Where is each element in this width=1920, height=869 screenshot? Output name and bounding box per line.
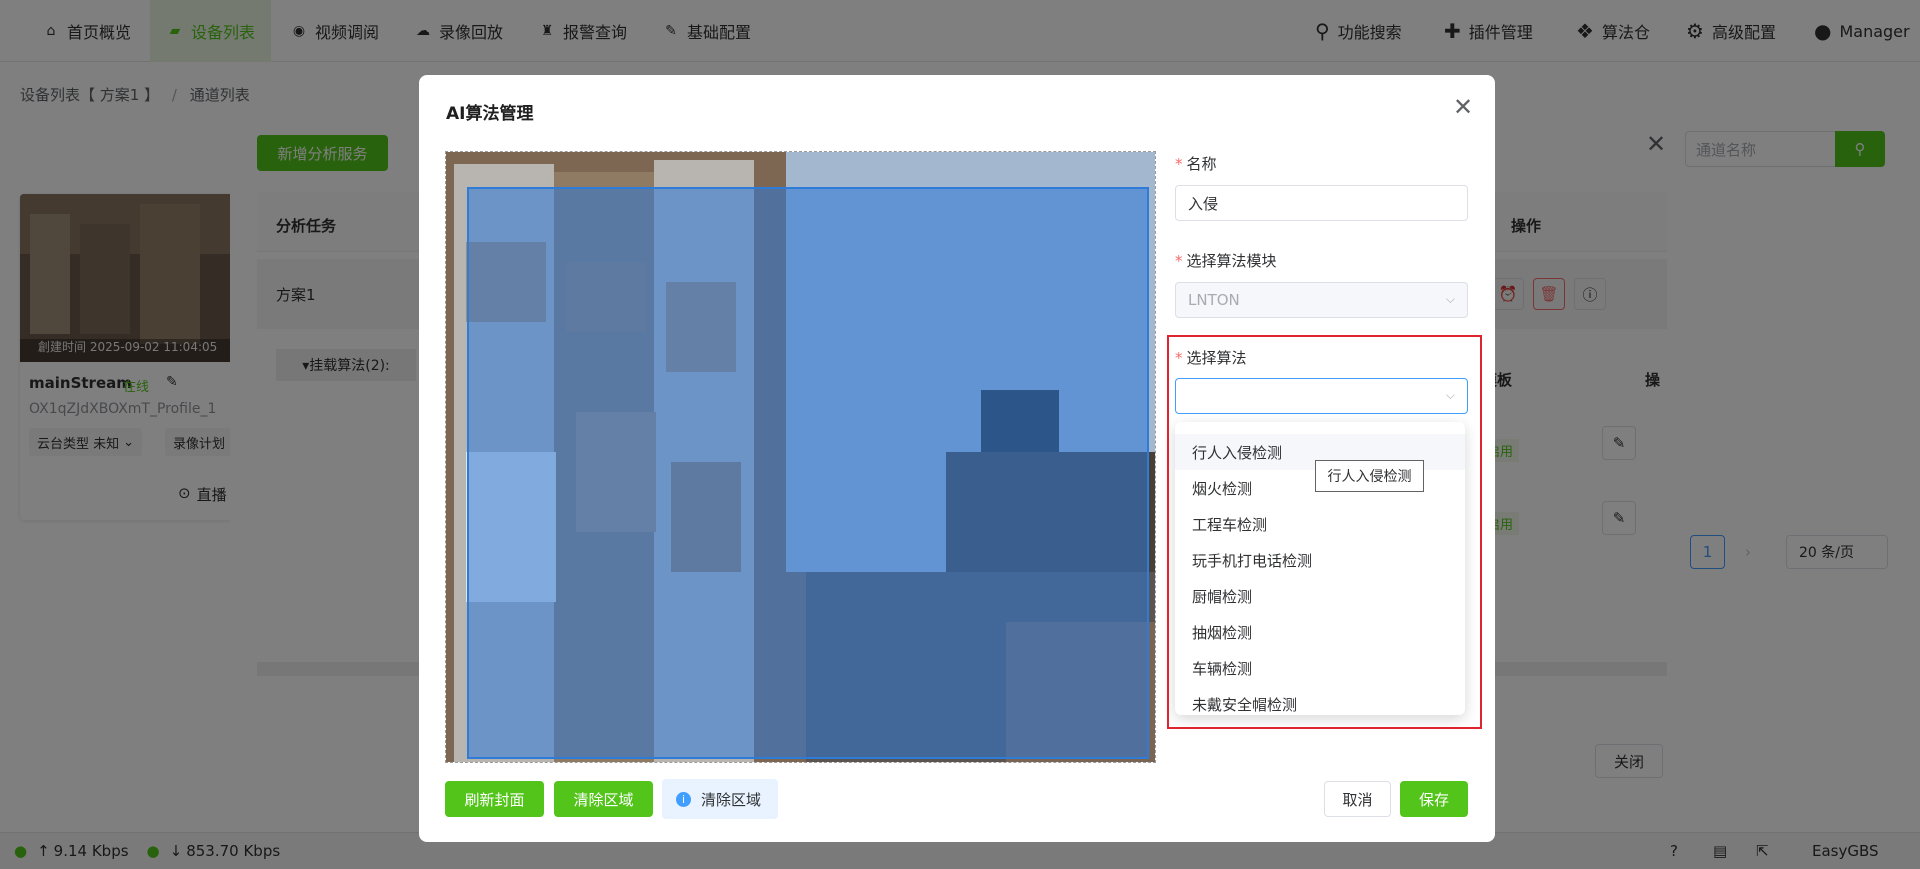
clear-region-info: i 清除区域 [662, 779, 778, 819]
ai-algorithm-dialog: AI算法管理 ✕ * 名称 入侵 * 选择算法模块 LNTON ⌵ * 选择算法 ⌵ [419, 75, 1495, 842]
cancel-button[interactable]: 取消 [1324, 781, 1391, 817]
module-label: * 选择算法模块 [1175, 252, 1277, 270]
name-label: * 名称 [1175, 155, 1217, 173]
module-select[interactable]: LNTON ⌵ [1175, 282, 1468, 318]
info-icon: i [676, 791, 691, 807]
name-input[interactable]: 入侵 [1175, 185, 1468, 221]
save-button[interactable]: 保存 [1400, 781, 1468, 817]
camera-image [446, 152, 1155, 762]
highlight-box [1167, 335, 1482, 729]
close-icon[interactable]: ✕ [1453, 95, 1473, 119]
required-mark: * [1175, 252, 1183, 270]
clear-region-button[interactable]: 清除区域 [554, 781, 653, 817]
region-canvas[interactable] [445, 151, 1156, 763]
dialog-title: AI算法管理 [446, 104, 534, 124]
chevron-down-icon: ⌵ [1445, 292, 1455, 306]
required-mark: * [1175, 155, 1183, 173]
refresh-cover-button[interactable]: 刷新封面 [445, 781, 544, 817]
detection-region[interactable] [467, 187, 1149, 759]
